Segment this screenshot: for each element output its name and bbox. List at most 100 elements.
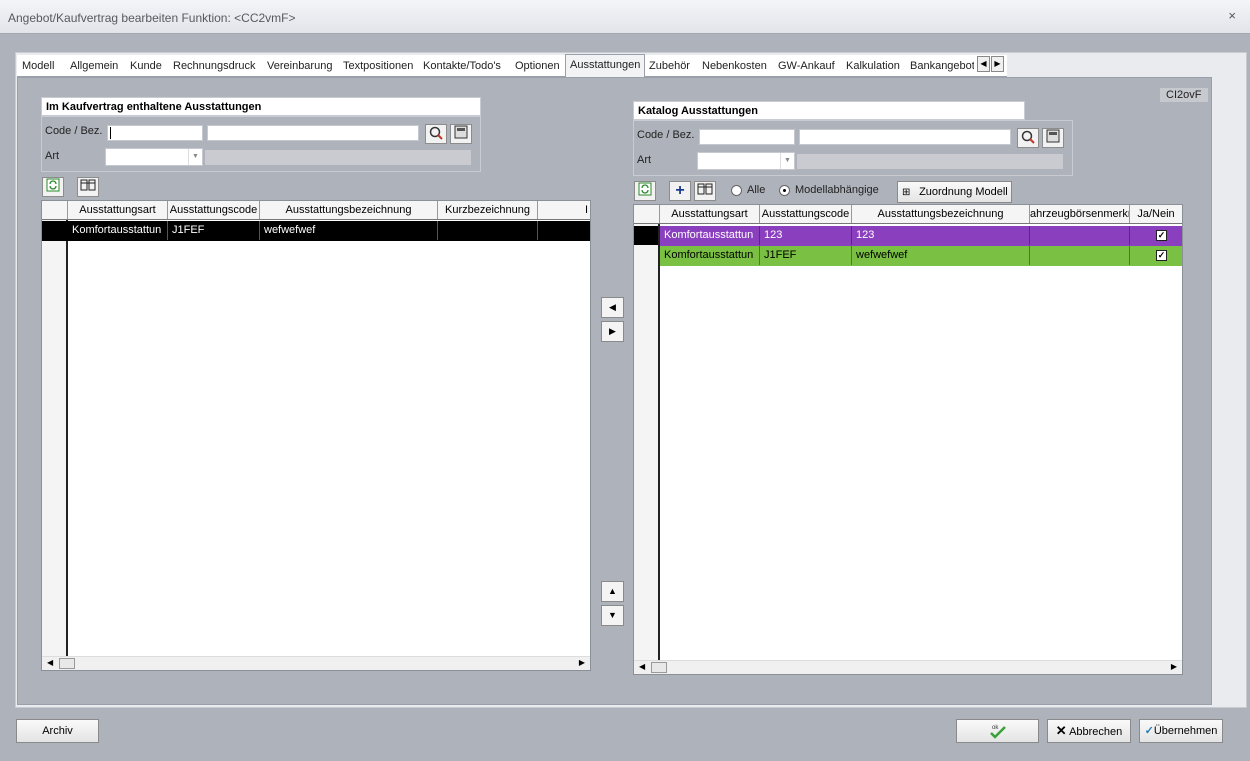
ok-button[interactable]: ok: [956, 719, 1039, 743]
col-ausstattungsart[interactable]: Ausstattungsart: [660, 205, 760, 223]
column-settings-icon[interactable]: [694, 181, 716, 201]
left-grid-header: Ausstattungsart Ausstattungscode Ausstat…: [42, 201, 590, 220]
title-bar: Angebot/Kaufvertrag bearbeiten Funktion:…: [0, 0, 1250, 34]
move-left-button[interactable]: ◀: [601, 297, 624, 318]
col-extra[interactable]: I: [538, 201, 590, 219]
left-code-input[interactable]: [107, 125, 203, 141]
col-ausstattungsart[interactable]: Ausstattungsart: [68, 201, 168, 219]
scroll-thumb[interactable]: [651, 662, 667, 673]
tab-modell[interactable]: Modell: [22, 56, 54, 77]
column-settings-icon[interactable]: [77, 177, 99, 197]
tab-gw-ankauf[interactable]: GW-Ankauf: [778, 56, 835, 77]
chevron-down-icon: ▼: [188, 149, 202, 165]
move-right-button[interactable]: ▶: [601, 321, 624, 342]
left-code-label: Code / Bez.: [45, 125, 103, 137]
ok-check-icon: ok: [989, 725, 1006, 739]
checkbox[interactable]: ✓: [1156, 250, 1167, 261]
add-icon[interactable]: +: [669, 181, 691, 201]
cell-art: Komfortausstattun: [660, 246, 760, 265]
row-indicator-column: [634, 224, 660, 660]
col-ausstattungsbezeichnung[interactable]: Ausstattungsbezeichnung: [852, 205, 1030, 223]
svg-text:ok: ok: [992, 725, 999, 731]
tab-zubehoer[interactable]: Zubehör: [649, 56, 690, 77]
right-grid[interactable]: Ausstattungsart Ausstattungscode Ausstat…: [633, 204, 1183, 675]
tab-ausstattungen[interactable]: Ausstattungen: [565, 54, 646, 78]
tab-scroll-right-icon[interactable]: ▶: [991, 56, 1004, 72]
left-panel-title: Im Kaufvertrag enthaltene Ausstattungen: [41, 97, 481, 116]
scroll-left-icon[interactable]: ◀: [639, 662, 645, 671]
left-art-select[interactable]: ▼: [105, 148, 203, 166]
radio-model[interactable]: [779, 185, 790, 196]
left-grid[interactable]: Ausstattungsart Ausstattungscode Ausstat…: [41, 200, 591, 671]
right-horizontal-scrollbar[interactable]: ◀ ▶: [634, 660, 1182, 674]
assign-model-icon: ⊞: [902, 187, 911, 198]
cell-boerse: [1030, 226, 1130, 245]
radio-all[interactable]: [731, 185, 742, 196]
checkbox[interactable]: ✓: [1156, 230, 1167, 241]
tab-textpositionen[interactable]: Textpositionen: [343, 56, 413, 77]
scroll-right-icon[interactable]: ▶: [1171, 662, 1177, 671]
radio-all-label[interactable]: Alle: [747, 184, 765, 196]
calculator-icon[interactable]: [1042, 128, 1064, 148]
scroll-left-icon[interactable]: ◀: [47, 658, 53, 667]
tab-kontakte[interactable]: Kontakte/Todo's: [423, 56, 501, 77]
right-code-input[interactable]: [699, 129, 795, 145]
table-row[interactable]: Komfortausstattun J1FEF wefwefwef ✓: [660, 246, 1182, 266]
cancel-button[interactable]: ✕ Abbrechen: [1047, 719, 1131, 743]
close-icon: ✕: [1055, 723, 1067, 738]
table-row[interactable]: Komfortausstattun 123 123 ✓: [660, 226, 1182, 246]
col-kurzbezeichnung[interactable]: Kurzbezeichnung: [438, 201, 538, 219]
left-art-label: Art: [45, 150, 60, 162]
window-title: Angebot/Kaufvertrag bearbeiten Funktion:…: [8, 11, 296, 25]
cell-art: Komfortausstattun: [68, 221, 168, 240]
table-row[interactable]: Komfortausstattun J1FEF wefwefwef: [42, 221, 590, 241]
right-art-label: Art: [637, 154, 652, 166]
left-bez-input[interactable]: [207, 125, 419, 141]
apply-button[interactable]: ✓Übernehmen: [1139, 719, 1223, 743]
tab-vereinbarung[interactable]: Vereinbarung: [267, 56, 332, 77]
right-art-select[interactable]: ▼: [697, 152, 795, 170]
tab-rechnungsdruck[interactable]: Rechnungsdruck: [173, 56, 256, 77]
move-down-button[interactable]: ▼: [601, 605, 624, 626]
check-icon: ✓: [1144, 725, 1154, 737]
tab-nebenkosten[interactable]: Nebenkosten: [702, 56, 767, 77]
search-icon[interactable]: [1017, 128, 1039, 148]
cell-art: Komfortausstattun: [660, 226, 760, 245]
tab-bankangebot[interactable]: Bankangebot: [910, 56, 974, 77]
scroll-right-icon[interactable]: ▶: [579, 658, 585, 667]
cell-code: J1FEF: [760, 246, 852, 265]
refresh-icon[interactable]: [634, 181, 656, 201]
tab-kalkulation[interactable]: Kalkulation: [846, 56, 900, 77]
tab-optionen[interactable]: Optionen: [515, 56, 560, 77]
corner-label-bg: CI2ovF: [1160, 88, 1208, 102]
col-boersenmerkmal[interactable]: ahrzeugbörsenmerkm: [1030, 205, 1130, 223]
calculator-icon[interactable]: [450, 124, 472, 144]
right-bez-input[interactable]: [799, 129, 1011, 145]
tab-scroll-left-icon[interactable]: ◀: [977, 56, 990, 72]
left-horizontal-scrollbar[interactable]: ◀ ▶: [42, 656, 590, 670]
refresh-icon[interactable]: [42, 177, 64, 197]
col-ausstattungscode[interactable]: Ausstattungscode: [760, 205, 852, 223]
tab-kunde[interactable]: Kunde: [130, 56, 162, 77]
radio-model-label[interactable]: Modellabhängige: [795, 184, 879, 196]
cell-bez: wefwefwef: [260, 221, 438, 240]
right-code-label: Code / Bez.: [637, 129, 695, 141]
assign-model-label: Zuordnung Modell: [919, 186, 1008, 198]
col-ja-nein[interactable]: Ja/Nein: [1130, 205, 1182, 223]
search-icon[interactable]: [425, 124, 447, 144]
right-art-description: [797, 154, 1063, 169]
tab-allgemein[interactable]: Allgemein: [70, 56, 118, 77]
scroll-thumb[interactable]: [59, 658, 75, 669]
col-ausstattungsbezeichnung[interactable]: Ausstattungsbezeichnung: [260, 201, 438, 219]
text-cursor: [110, 127, 111, 139]
close-icon[interactable]: ×: [1228, 8, 1236, 23]
archive-button[interactable]: Archiv: [16, 719, 99, 743]
move-up-button[interactable]: ▲: [601, 581, 624, 602]
assign-model-button[interactable]: ⊞ Zuordnung Modell: [897, 181, 1012, 203]
apply-label: Übernehmen: [1153, 725, 1218, 737]
cell-code: J1FEF: [168, 221, 260, 240]
left-art-description: [205, 150, 471, 165]
chevron-down-icon: ▼: [780, 153, 794, 169]
cell-code: 123: [760, 226, 852, 245]
col-ausstattungscode[interactable]: Ausstattungscode: [168, 201, 260, 219]
